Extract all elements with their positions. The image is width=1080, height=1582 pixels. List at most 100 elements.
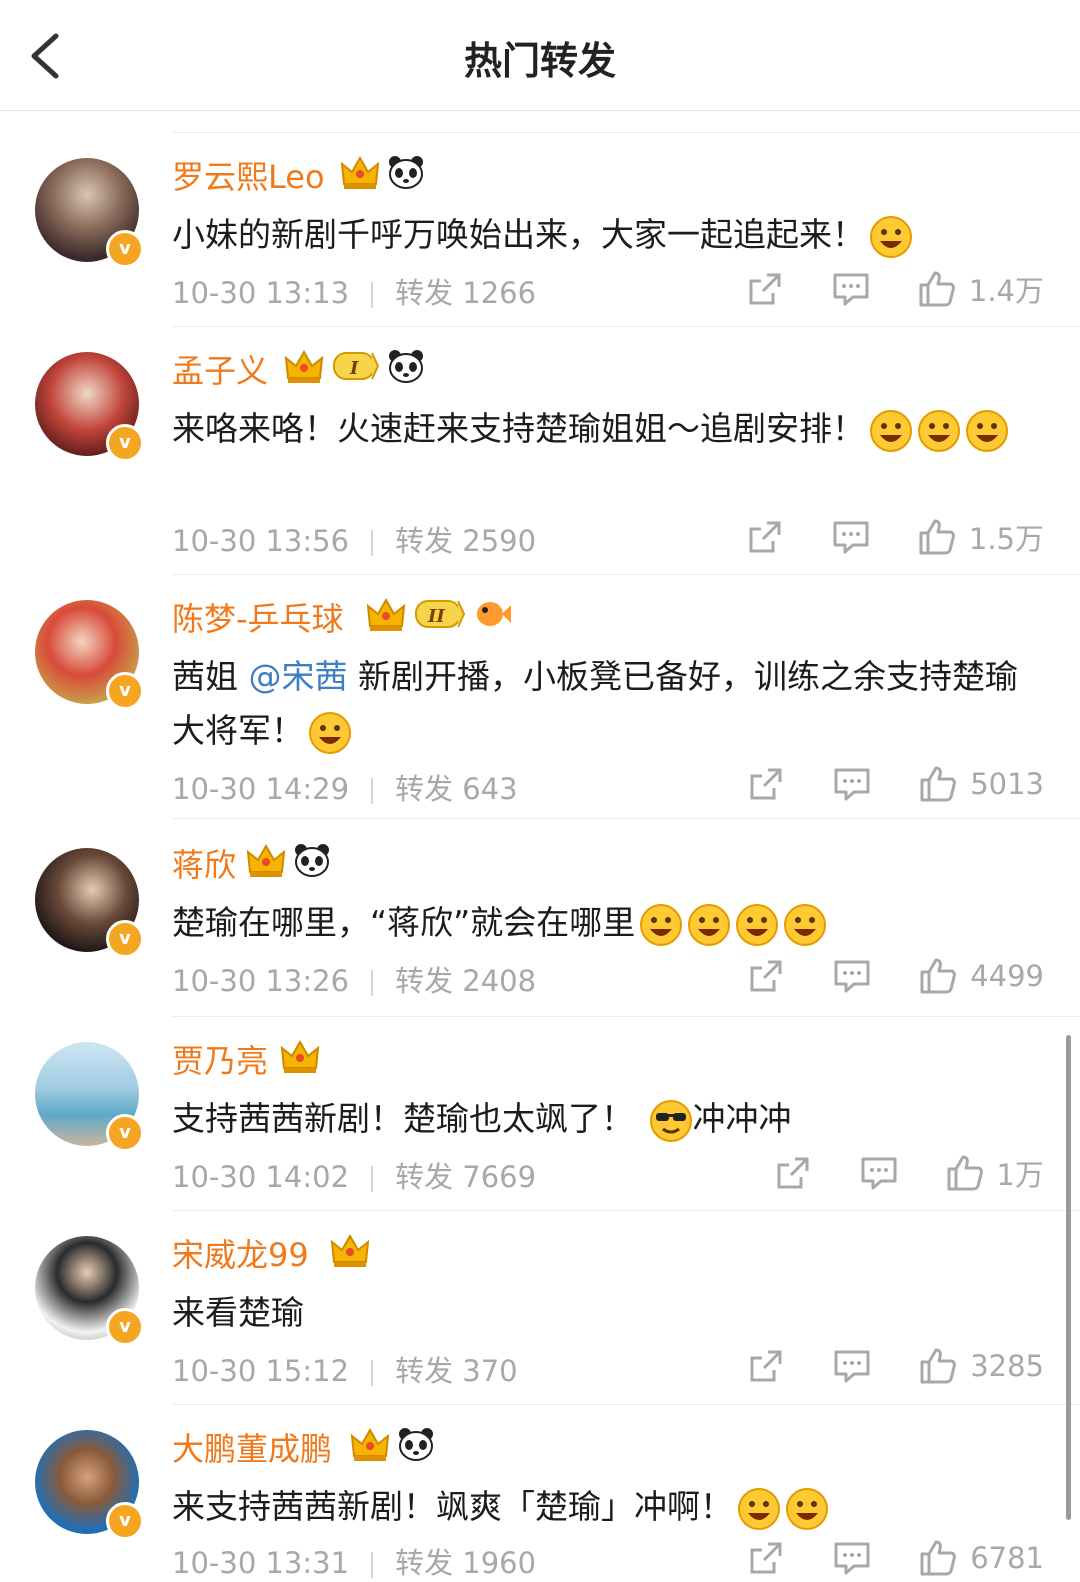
like-button[interactable]: 3285 [918,1346,1044,1386]
share-button[interactable] [745,517,785,557]
repost-item: v 宋威龙99 来看楚瑜 10-30 15:12 转发 370 3285 [0,1210,1080,1404]
user-name[interactable]: 罗云熙Leo [172,152,325,198]
comment-button[interactable] [832,764,872,804]
repost-count[interactable]: 转发 1960 [395,1546,536,1580]
comment-button[interactable] [831,517,871,557]
share-button[interactable] [746,1346,786,1386]
repost-count[interactable]: 转发 643 [395,772,518,806]
verified-icon: v [106,424,144,462]
like-button[interactable]: 5013 [918,764,1044,804]
post-meta: 10-30 13:31 转发 1960 [172,1540,536,1582]
divider [172,1016,1080,1017]
share-icon [746,1538,786,1578]
post-time: 10-30 13:13 [172,276,350,310]
verified-icon: v [106,1114,144,1152]
sunglasses-emoji-icon [649,1099,693,1143]
comment-icon [831,517,871,557]
scrollbar[interactable] [1066,1035,1071,1520]
cheer-emoji-icon [783,903,827,947]
user-name[interactable]: 大鹏董成鹏 [172,1424,332,1470]
post-text: 楚瑜在哪里，“蒋欣”就会在哪里 [172,896,1040,950]
repost-item: v 孟子义 I 来咯来咯！火速赶来支持楚瑜姐姐～追剧安排！ 10-30 13:5… [0,326,1080,574]
surprised-emoji-icon [869,409,913,453]
comment-icon [832,1538,872,1578]
like-count: 4499 [970,959,1044,993]
repost-count[interactable]: 转发 1266 [395,276,536,310]
like-icon [945,1153,985,1193]
divider [172,132,1080,133]
user-name[interactable]: 宋威龙99 [172,1230,309,1276]
post-text: 茜姐 @宋茜 新剧开播，小板凳已备好，训练之余支持楚瑜大将军！ [172,650,1040,758]
post-time: 10-30 13:56 [172,524,350,558]
laugh-emoji-icon [869,215,913,259]
like-count: 5013 [970,767,1044,801]
cheer-emoji-icon [639,903,683,947]
panda-badge-icon [388,155,424,189]
user-name[interactable]: 孟子义 [172,346,268,392]
post-text: 小妹的新剧千呼万唤始出来，大家一起追起来！ [172,208,1040,262]
cheer-emoji-icon [737,1487,781,1531]
like-icon [918,1346,958,1386]
divider [172,1404,1080,1405]
verified-icon: v [106,1308,144,1346]
post-meta: 10-30 13:56 转发 2590 [172,518,536,560]
user-name[interactable]: 贾乃亮 [172,1036,268,1082]
surprised-emoji-icon [917,409,961,453]
post-text: 来咯来咯！火速赶来支持楚瑜姐姐～追剧安排！ [172,402,1040,456]
like-button[interactable]: 1万 [945,1152,1044,1194]
like-button[interactable]: 1.4万 [917,268,1044,310]
repost-count[interactable]: 转发 2590 [395,524,536,558]
like-button[interactable]: 4499 [918,956,1044,996]
comment-icon [859,1153,899,1193]
cheer-emoji-icon [687,903,731,947]
share-icon [773,1153,813,1193]
post-time: 10-30 14:02 [172,1160,350,1194]
crown-badge-icon [366,596,406,632]
panda-badge-icon [388,349,424,383]
share-button[interactable] [746,764,786,804]
crown-badge-icon [340,154,380,190]
repost-count[interactable]: 转发 370 [395,1354,518,1388]
crown-badge-icon [284,348,324,384]
like-button[interactable]: 6781 [918,1538,1044,1578]
comment-button[interactable] [832,956,872,996]
share-button[interactable] [746,1538,786,1578]
like-icon [917,269,957,309]
like-icon [917,517,957,557]
user-name[interactable]: 陈梦-乒乓球 [172,594,344,640]
repost-item: v 贾乃亮 支持茜茜新剧！楚瑜也太飒了！ 冲冲冲 10-30 14:02 转发 7… [0,1016,1080,1210]
post-time: 10-30 15:12 [172,1354,350,1388]
like-button[interactable]: 1.5万 [917,516,1044,558]
repost-count[interactable]: 转发 2408 [395,964,536,998]
like-count: 1万 [996,1158,1044,1192]
panda-badge-icon [294,843,330,877]
share-button[interactable] [746,956,786,996]
share-icon [745,517,785,557]
cheer-emoji-icon [308,711,352,755]
like-icon [918,764,958,804]
post-text: 来看楚瑜 [172,1293,304,1332]
crown-badge-icon [330,1232,370,1268]
repost-count[interactable]: 转发 7669 [395,1160,536,1194]
comment-button[interactable] [832,1538,872,1578]
share-icon [746,956,786,996]
comment-button[interactable] [832,1346,872,1386]
crown-badge-icon [350,1426,390,1462]
share-button[interactable] [745,269,785,309]
post-meta: 10-30 13:26 转发 2408 [172,958,536,1000]
top-bar: 热门转发 [0,0,1080,111]
mention-link[interactable]: @宋茜 [249,657,348,696]
level-badge-icon: I [333,352,380,380]
comment-button[interactable] [859,1153,899,1193]
svg-text:I: I [349,358,359,379]
share-button[interactable] [773,1153,813,1193]
share-icon [746,764,786,804]
verified-icon: v [106,672,144,710]
comment-button[interactable] [831,269,871,309]
share-icon [745,269,785,309]
post-time: 10-30 13:31 [172,1546,350,1580]
user-name[interactable]: 蒋欣 [172,840,236,886]
post-meta: 10-30 14:29 转发 643 [172,766,518,808]
svg-text:II: II [427,606,445,627]
like-count: 3285 [970,1349,1044,1383]
